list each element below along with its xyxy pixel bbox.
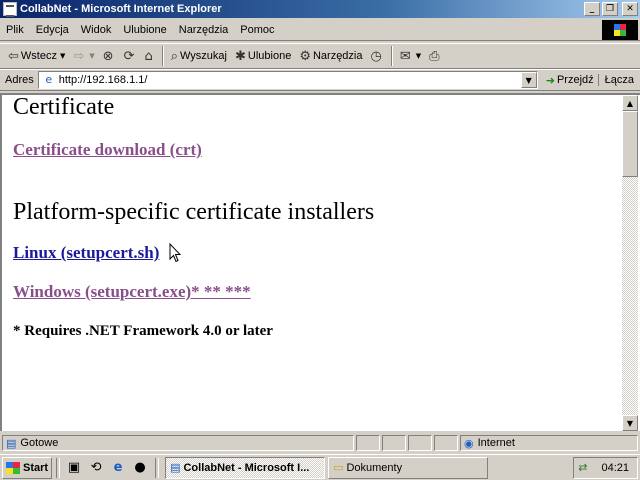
menu-help[interactable]: Pomoc (234, 24, 280, 36)
maximize-button[interactable]: ❐ (602, 2, 618, 16)
menu-bar: Plik Edycja Widok Ulubione Narzędzia Pom… (0, 19, 640, 41)
history-button[interactable]: ◷ (367, 45, 388, 67)
status-bar: ▤ Gotowe ◉ Internet (0, 433, 640, 453)
internet-explorer-icon[interactable]: e (109, 459, 127, 477)
zone-text: Internet (477, 437, 515, 449)
chevron-down-icon[interactable]: ▼ (520, 72, 537, 88)
address-field[interactable]: e ▼ (37, 71, 538, 89)
tools-button[interactable]: ⚙ Narzędzia (295, 45, 366, 67)
ie-window-icon[interactable] (3, 2, 17, 17)
taskbar-separator (155, 457, 160, 478)
system-tray: ⇄ 04:21 (573, 456, 638, 479)
links-button[interactable]: Łącza (597, 74, 640, 86)
scroll-thumb[interactable] (622, 111, 638, 177)
back-arrow-icon: ⇦ (8, 48, 19, 64)
vertical-scrollbar[interactable]: ▲ ▼ (622, 95, 638, 431)
refresh-button[interactable]: ⟳ (120, 45, 141, 67)
address-label: Adres (5, 74, 34, 86)
window-title: CollabNet - Microsoft Internet Explorer (20, 3, 222, 15)
certificate-crt-link[interactable]: Certificate download (crt) (13, 140, 202, 160)
minimize-button[interactable]: _ (584, 2, 600, 16)
toolbar-separator (161, 46, 164, 66)
task-ie-window[interactable]: ▤ CollabNet - Microsoft I... (165, 456, 326, 479)
status-panel (356, 435, 380, 451)
show-desktop-icon[interactable]: ▣ (65, 459, 83, 477)
menu-file[interactable]: Plik (0, 24, 30, 36)
start-label: Start (23, 461, 49, 474)
go-button[interactable]: ➜ Przejdź (538, 74, 598, 87)
status-panel (434, 435, 458, 451)
scroll-up-button[interactable]: ▲ (622, 95, 638, 111)
standard-toolbar: ⇦ Wstecz ▼ ⇨ ▼ ⊗ ⟳ ⌂ ⌕ Wyszukaj ✱ Ulubio… (0, 43, 640, 69)
windows-flag-icon (6, 461, 20, 474)
mail-button[interactable]: ✉ ▼ (396, 45, 425, 67)
stop-button[interactable]: ⊗ (99, 45, 120, 67)
forward-button[interactable]: ⇨ ▼ (69, 45, 98, 67)
security-zone-panel[interactable]: ◉ Internet (460, 435, 638, 451)
status-panel (408, 435, 432, 451)
windows-logo-icon (602, 19, 638, 40)
page-icon: e (45, 73, 53, 86)
page-content: Certificate Certificate download (crt) P… (2, 95, 622, 431)
mouse-pointer-icon (169, 243, 181, 263)
home-icon: ⌂ (144, 48, 153, 64)
favorites-star-icon: ✱ (234, 48, 246, 64)
toolbar-separator (390, 46, 393, 66)
favorites-button[interactable]: ✱ Ulubione (231, 45, 295, 67)
globe-icon: ◉ (464, 436, 474, 450)
linux-setupcert-link[interactable]: Linux (setupcert.sh) (13, 243, 159, 263)
address-input[interactable] (58, 74, 521, 86)
search-label: Wyszukaj (180, 50, 227, 62)
back-label: Wstecz (20, 50, 57, 62)
menu-favorites[interactable]: Ulubione (117, 24, 172, 36)
chevron-down-icon[interactable]: ▼ (416, 52, 421, 60)
windows-setupcert-link[interactable]: Windows (setupcert.exe)* ** *** (13, 282, 251, 302)
task-documents-window[interactable]: ▭ Dokumenty (328, 456, 489, 479)
menu-tools[interactable]: Narzędzia (173, 24, 235, 36)
search-icon: ⌕ (170, 48, 179, 64)
tools-gear-icon: ⚙ (299, 48, 311, 64)
folder-icon: ▭ (333, 461, 344, 474)
history-icon: ◷ (370, 48, 382, 64)
menu-view[interactable]: Widok (75, 24, 118, 36)
stop-icon: ⊗ (102, 48, 114, 64)
printer-icon: ⎙ (429, 48, 440, 64)
refresh-icon[interactable]: ⟲ (87, 459, 105, 477)
print-button[interactable]: ⎙ (425, 45, 445, 67)
task-label: CollabNet - Microsoft I... (183, 461, 310, 474)
title-bar[interactable]: CollabNet - Microsoft Internet Explorer … (0, 0, 640, 18)
back-button[interactable]: ⇦ Wstecz ▼ (4, 45, 69, 67)
media-player-icon[interactable]: ● (131, 459, 149, 477)
chevron-down-icon[interactable]: ▼ (60, 52, 65, 60)
close-button[interactable]: ✕ (622, 2, 638, 16)
menu-edit[interactable]: Edycja (30, 24, 75, 36)
go-label: Przejdź (556, 74, 594, 86)
search-button[interactable]: ⌕ Wyszukaj (167, 45, 231, 67)
task-label: Dokumenty (346, 461, 403, 474)
page-icon: ▤ (6, 436, 17, 450)
tools-label: Narzędzia (312, 50, 363, 62)
go-arrow-icon: ➜ (545, 73, 555, 87)
home-button[interactable]: ⌂ (140, 45, 158, 67)
status-text: Gotowe (20, 437, 59, 449)
favorites-label: Ulubione (247, 50, 292, 62)
page-viewport: Certificate Certificate download (crt) P… (0, 93, 640, 431)
status-text-panel: ▤ Gotowe (2, 435, 354, 451)
status-panel (382, 435, 406, 451)
forward-arrow-icon: ⇨ (73, 48, 85, 64)
heading-certificate: Certificate (13, 95, 115, 120)
clock[interactable]: 04:21 (601, 462, 629, 474)
scroll-down-button[interactable]: ▼ (622, 415, 638, 431)
address-bar: Adres e ▼ ➜ Przejdź Łącza (0, 69, 640, 91)
heading-platform-installers: Platform-specific certificate installers (13, 199, 375, 225)
network-icon[interactable]: ⇄ (578, 461, 587, 474)
mail-icon: ✉ (399, 48, 411, 64)
taskbar: Start ▣ ⟲ e ● ▤ CollabNet - Microsoft I.… (0, 454, 640, 480)
refresh-icon: ⟳ (123, 48, 135, 64)
taskbar-separator (56, 457, 61, 478)
chevron-down-icon[interactable]: ▼ (89, 52, 94, 60)
start-button[interactable]: Start (2, 456, 53, 479)
ie-window-icon: ▤ (170, 461, 181, 474)
requirements-note: * Requires .NET Framework 4.0 or later (13, 323, 273, 339)
